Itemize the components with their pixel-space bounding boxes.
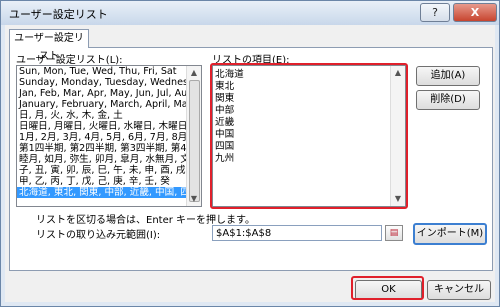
help-button[interactable]: ? [420,3,450,22]
custom-lists-items: Sun, Mon, Tue, Wed, Thu, Fri, Sat Sunday,… [17,66,201,198]
import-range-input[interactable]: $A$1:$A$8 [212,225,382,241]
scroll-up-icon[interactable]: ▲ [187,66,201,80]
custom-list-item[interactable]: Sunday, Monday, Tuesday, Wednesday [17,77,201,88]
custom-lists-label: ユーザー設定リスト(L): [16,55,123,66]
dialog-body: ユーザー設定リスト ユーザー設定リスト(L): Sun, Mon, Tue, W… [5,25,495,302]
close-button[interactable]: X [453,3,497,22]
custom-list-item[interactable]: 睦月, 如月, 弥生, 卯月, 皐月, 水無月, 文 [17,154,201,165]
tab-custom-lists[interactable]: ユーザー設定リスト [9,29,89,62]
custom-list-item[interactable]: January, February, March, April, May, J [17,99,201,110]
title-bar: ユーザー設定リスト ? X [1,1,499,25]
ok-highlight-frame [351,276,424,300]
dialog-window: ユーザー設定リスト ? X ユーザー設定リスト ユーザー設定リスト(L): Su… [0,0,500,307]
cancel-button[interactable]: キャンセル [427,280,491,300]
scroll-down-icon[interactable]: ▼ [187,192,201,206]
custom-list-item[interactable]: 北海道, 東北, 関東, 中部, 近畿, 中国, 四 [17,187,201,198]
custom-list-item[interactable]: 子, 丑, 寅, 卯, 辰, 巳, 午, 未, 申, 酉, 戌 [17,165,201,176]
custom-list-item[interactable]: Sun, Mon, Tue, Wed, Thu, Fri, Sat [17,66,201,77]
custom-lists-listbox[interactable]: Sun, Mon, Tue, Wed, Thu, Fri, Sat Sunday,… [16,65,202,207]
custom-list-item[interactable]: 甲, 乙, 丙, 丁, 戊, 己, 庚, 辛, 壬, 癸 [17,176,201,187]
import-range-label: リストの取り込み元範囲(I): [36,230,161,241]
range-collapse-icon[interactable]: ▤ [385,225,403,241]
import-button[interactable]: インポート(M) [413,223,487,245]
custom-list-item[interactable]: 1月, 2月, 3月, 4月, 5月, 6月, 7月, 8月, 9 [17,132,201,143]
custom-list-item[interactable]: Jan, Feb, Mar, Apr, May, Jun, Jul, Aug, [17,88,201,99]
custom-list-item[interactable]: 第1四半期, 第2四半期, 第3四半期, 第4 [17,143,201,154]
tab-panel: ユーザー設定リスト(L): Sun, Mon, Tue, Wed, Thu, F… [9,47,493,271]
delete-button[interactable]: 削除(D) [416,90,480,110]
custom-list-item[interactable]: 日, 月, 火, 水, 木, 金, 土 [17,110,201,121]
window-title: ユーザー設定リスト [9,8,108,21]
add-button[interactable]: 追加(A) [416,66,480,86]
scroll-thumb[interactable] [189,80,200,202]
hint-text: リストを区切る場合は、Enter キーを押します。 [36,215,256,226]
highlight-frame [210,63,408,209]
custom-lists-scrollbar[interactable]: ▲ ▼ [186,66,201,206]
custom-list-item[interactable]: 日曜日, 月曜日, 火曜日, 水曜日, 木曜日 [17,121,201,132]
